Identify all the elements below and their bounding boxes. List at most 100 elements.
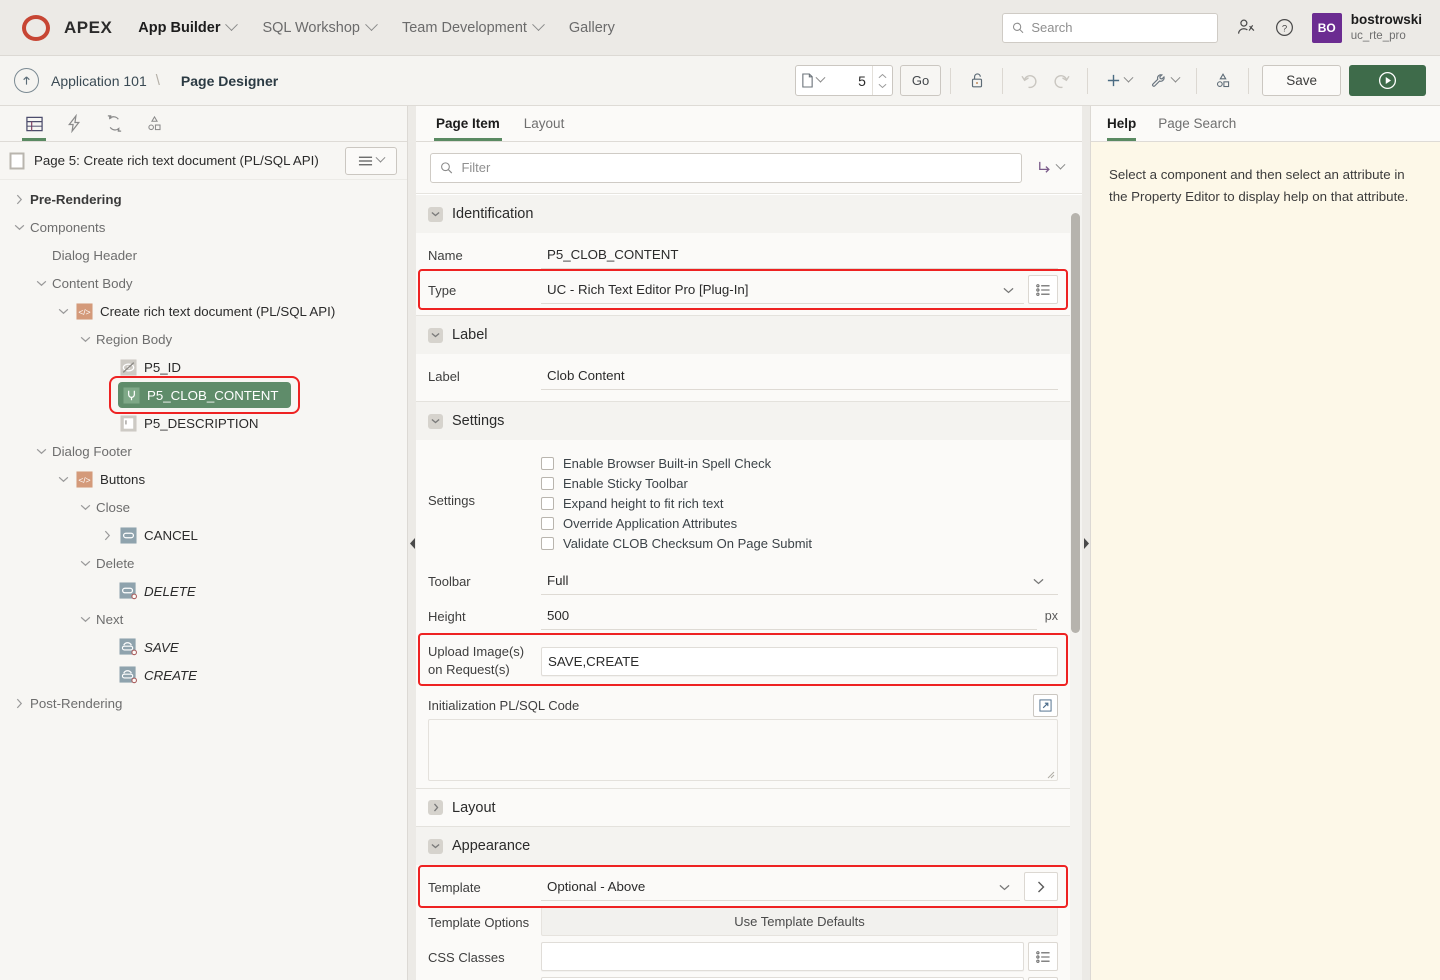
tree-node-selected[interactable]: P5_CLOB_CONTENT [118, 382, 291, 408]
tree-twisty[interactable] [52, 308, 74, 315]
create-menu-button[interactable] [1097, 65, 1141, 96]
tree-twisty[interactable] [96, 530, 118, 541]
chevron-right-icon[interactable] [16, 194, 23, 205]
settings-checkbox-list[interactable]: Enable Browser Built-in Spell CheckEnabl… [541, 447, 1058, 557]
tree-node-close[interactable]: Close [0, 493, 407, 521]
section-header-identification[interactable]: Identification [416, 195, 1070, 233]
tree-twisty[interactable] [74, 616, 96, 623]
account-menu-button[interactable] [1228, 11, 1266, 45]
chevron-down-icon[interactable] [36, 448, 47, 455]
chevron-down-icon[interactable] [428, 414, 443, 429]
tree-node-dialog-footer[interactable]: Dialog Footer [0, 437, 407, 465]
tree-node-content-body[interactable]: Content Body [0, 269, 407, 297]
init-plsql-textarea[interactable] [428, 719, 1058, 781]
chevron-down-icon[interactable] [58, 308, 69, 315]
chevron-down-icon[interactable] [80, 616, 91, 623]
expand-editor-button[interactable] [1033, 694, 1058, 717]
section-header-settings[interactable]: Settings [416, 402, 1070, 440]
tree-twisty[interactable] [74, 336, 96, 343]
name-input[interactable] [541, 240, 1058, 269]
tree-node-save[interactable]: SAVE [0, 633, 407, 661]
tree-node-cancel[interactable]: CANCEL [0, 521, 407, 549]
go-button[interactable]: Go [900, 65, 941, 96]
tab-page-shared-components[interactable] [134, 106, 174, 141]
page-number-input[interactable] [830, 73, 872, 89]
tree-node-p5-id[interactable]: P5_ID [0, 353, 407, 381]
property-filter-input[interactable] [461, 160, 1012, 175]
toolbar-select[interactable] [541, 566, 1058, 595]
save-button[interactable]: Save [1262, 65, 1341, 96]
tab-page-search[interactable]: Page Search [1158, 106, 1236, 141]
tree-node-next[interactable]: Next [0, 605, 407, 633]
page-picker-button[interactable] [796, 73, 830, 88]
redo-button[interactable] [1045, 65, 1078, 96]
type-select[interactable] [541, 275, 1024, 304]
checkbox-icon[interactable] [541, 517, 554, 530]
shared-components-button[interactable] [1206, 65, 1239, 96]
run-page-button[interactable] [1349, 65, 1426, 96]
avatar[interactable]: BO [1312, 13, 1342, 43]
checkbox-icon[interactable] [541, 477, 554, 490]
right-splitter[interactable] [1082, 106, 1090, 980]
nav-item-team-development[interactable]: Team Development [402, 20, 543, 36]
template-options-button[interactable]: Use Template Defaults [541, 907, 1058, 936]
global-search[interactable] [1002, 13, 1218, 43]
page-selector[interactable] [795, 65, 893, 96]
tab-help[interactable]: Help [1107, 106, 1136, 141]
css-classes-list-values-button[interactable] [1028, 942, 1058, 971]
tab-layout[interactable]: Layout [522, 106, 567, 141]
chevron-down-icon[interactable] [80, 560, 91, 567]
tree-twisty[interactable] [30, 448, 52, 455]
section-header-layout[interactable]: Layout [416, 789, 1070, 827]
tree-twisty[interactable] [8, 698, 30, 709]
property-editor-scroll[interactable]: Identification Name Type [416, 195, 1082, 980]
chevron-down-icon[interactable] [80, 504, 91, 511]
page-component-tree[interactable]: Pre-RenderingComponentsDialog HeaderCont… [0, 180, 407, 717]
help-button[interactable]: ? [1266, 11, 1304, 45]
tree-twisty[interactable] [8, 194, 30, 205]
tab-rendering[interactable] [14, 106, 54, 141]
tab-processing[interactable] [94, 106, 134, 141]
chevron-right-icon[interactable] [428, 800, 443, 815]
property-editor-scrollbar[interactable] [1071, 213, 1080, 633]
chevron-down-icon[interactable] [428, 839, 443, 854]
checkbox-icon[interactable] [541, 457, 554, 470]
chevron-down-icon[interactable] [80, 336, 91, 343]
tree-node-region-body[interactable]: Region Body [0, 325, 407, 353]
tree-twisty[interactable] [52, 476, 74, 483]
tree-node-create-rich-text-document-pl-sql-api[interactable]: </>Create rich text document (PL/SQL API… [0, 297, 407, 325]
css-classes-input[interactable] [541, 942, 1024, 971]
navigate-up-button[interactable] [14, 68, 39, 93]
tree-node-dialog-header[interactable]: Dialog Header [0, 241, 407, 269]
checkbox-icon[interactable] [541, 497, 554, 510]
tree-node-delete[interactable]: Delete [0, 549, 407, 577]
tree-node-p5-clob-content[interactable]: P5_CLOB_CONTENT [0, 381, 407, 409]
tree-twisty[interactable] [8, 224, 30, 231]
nav-item-app-builder[interactable]: App Builder [138, 20, 236, 36]
tree-twisty[interactable] [30, 280, 52, 287]
type-list-values-button[interactable] [1028, 275, 1058, 304]
chevron-down-icon[interactable] [58, 476, 69, 483]
tab-page-item[interactable]: Page Item [434, 106, 502, 141]
user-info[interactable]: bostrowski uc_rte_pro [1351, 12, 1422, 43]
settings-checkbox-row[interactable]: Validate CLOB Checksum On Page Submit [541, 533, 1058, 553]
tree-node-delete[interactable]: DELETE [0, 577, 407, 605]
search-input[interactable] [1031, 20, 1207, 35]
settings-checkbox-row[interactable]: Override Application Attributes [541, 513, 1058, 533]
page-number-stepper[interactable] [872, 66, 892, 95]
nav-item-sql-workshop[interactable]: SQL Workshop [262, 20, 376, 36]
label-input[interactable] [541, 361, 1058, 390]
template-select[interactable] [541, 872, 1020, 901]
settings-checkbox-row[interactable]: Expand height to fit rich text [541, 493, 1058, 513]
left-splitter[interactable] [408, 106, 416, 980]
tree-node-buttons[interactable]: </>Buttons [0, 465, 407, 493]
utilities-menu-button[interactable] [1141, 65, 1187, 96]
chevron-down-icon[interactable] [428, 328, 443, 343]
chevron-right-icon[interactable] [16, 698, 23, 709]
upload-images-input[interactable] [541, 647, 1058, 676]
chevron-down-icon[interactable] [36, 280, 47, 287]
nav-item-gallery[interactable]: Gallery [569, 20, 615, 36]
tree-node-components[interactable]: Components [0, 213, 407, 241]
tab-dynamic-actions[interactable] [54, 106, 94, 141]
property-filter[interactable] [430, 153, 1022, 183]
